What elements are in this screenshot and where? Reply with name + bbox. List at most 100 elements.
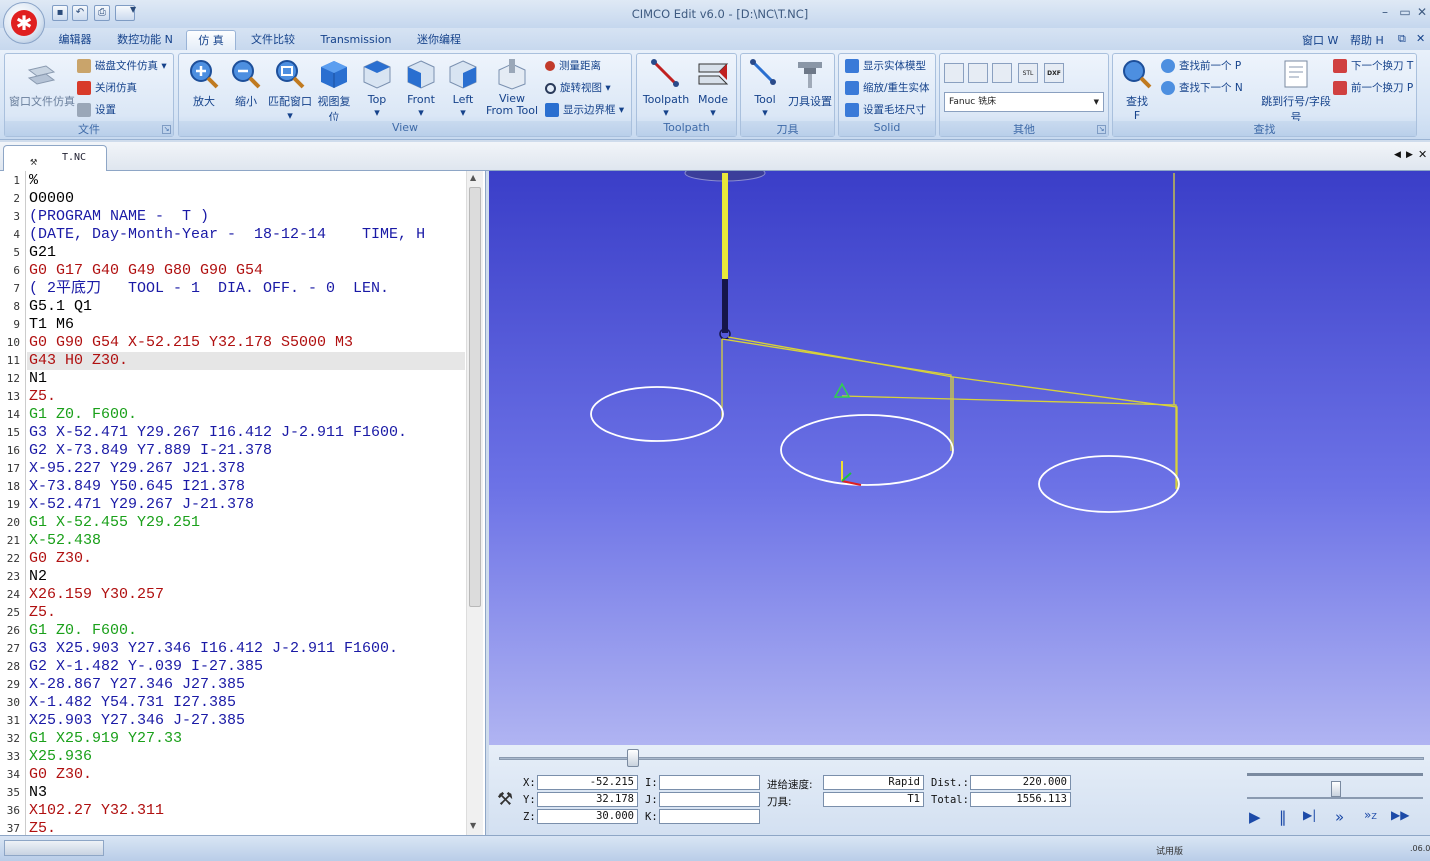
tab-scroll-left-icon[interactable]: ◀ <box>1394 150 1401 160</box>
view-front-button[interactable]: Front ▾ <box>399 58 443 119</box>
code-line[interactable]: X-73.849 Y50.645 I21.378 <box>29 478 465 496</box>
tab-mini-programming[interactable]: 迷你编程 <box>408 30 470 50</box>
prev-tool-change-button[interactable]: 前一个换刀 P <box>1333 78 1413 98</box>
step-forward-icon[interactable]: ▶| <box>1303 808 1316 822</box>
code-line[interactable]: X-52.471 Y29.267 J-21.378 <box>29 496 465 514</box>
qat-dropdown-icon[interactable]: ▼ <box>130 5 136 14</box>
view-reset-button[interactable]: 视图复位 <box>313 58 355 125</box>
zoom-in-button[interactable]: 放大 <box>183 58 225 109</box>
code-line[interactable]: G21 <box>29 244 465 262</box>
step-block-icon[interactable]: » <box>1335 808 1344 826</box>
toolpath-button[interactable]: Toolpath ▾ <box>639 58 693 119</box>
find-next-button[interactable]: 查找下一个 N <box>1161 78 1243 98</box>
stock-size-button[interactable]: 设置毛坯尺寸 <box>845 100 926 120</box>
zoom-out-button[interactable]: 缩小 <box>225 58 267 109</box>
zoom-regen-button[interactable]: 缩放/重生实体 <box>845 78 930 98</box>
tool-button[interactable]: Tool ▾ <box>743 58 787 119</box>
code-line[interactable]: % <box>29 172 465 190</box>
menu-help[interactable]: 帮助 H <box>1350 32 1384 48</box>
code-line[interactable]: T1 M6 <box>29 316 465 334</box>
export-icon-2[interactable] <box>968 63 988 83</box>
progress-slider-thumb[interactable] <box>627 749 639 767</box>
code-line[interactable]: Z5. <box>29 604 465 622</box>
code-line[interactable]: X25.936 <box>29 748 465 766</box>
speed-slider-track[interactable] <box>1247 773 1423 776</box>
stl-export-icon[interactable]: STL <box>1018 63 1038 83</box>
code-line[interactable]: (DATE, Day-Month-Year - 18-12-14 TIME, H <box>29 226 465 244</box>
code-line[interactable]: X-1.482 Y54.731 I27.385 <box>29 694 465 712</box>
mode-button[interactable]: Mode ▾ <box>693 58 733 119</box>
view-top-button[interactable]: Top ▾ <box>357 58 397 119</box>
code-line[interactable]: G1 X-52.455 Y29.251 <box>29 514 465 532</box>
machine-select[interactable]: Fanuc 铣床 ▼ <box>944 92 1104 112</box>
dxf-export-icon[interactable]: DXF <box>1044 63 1064 83</box>
code-line[interactable]: X-28.867 Y27.346 J27.385 <box>29 676 465 694</box>
view-from-tool-button[interactable]: View From Tool <box>483 58 541 117</box>
window-file-sim-button[interactable]: 窗口文件仿真 <box>7 58 77 109</box>
fit-window-button[interactable]: 匹配窗口 ▾ <box>267 58 313 122</box>
mdi-close-button[interactable]: ✕ <box>1416 32 1425 45</box>
code-line[interactable]: G1 Z0. F600. <box>29 406 465 424</box>
minimize-button[interactable]: – <box>1375 4 1395 20</box>
save-icon[interactable]: ▪ <box>52 5 68 21</box>
show-bounds-button[interactable]: 显示边界框 ▾ <box>545 100 624 120</box>
code-line[interactable]: X102.27 Y32.311 <box>29 802 465 820</box>
undo-icon[interactable]: ↶ <box>72 5 88 21</box>
disk-file-sim-button[interactable]: 磁盘文件仿真 ▾ <box>77 56 167 76</box>
measure-distance-button[interactable]: 测量距离 <box>545 56 601 76</box>
tab-editor[interactable]: 编辑器 <box>48 30 102 50</box>
code-line[interactable]: G3 X-52.471 Y29.267 I16.412 J-2.911 F160… <box>29 424 465 442</box>
speed-slider-thumb[interactable] <box>1331 781 1341 797</box>
close-button[interactable]: ✕ <box>1412 4 1430 20</box>
code-line[interactable]: G0 G17 G40 G49 G80 G90 G54 <box>29 262 465 280</box>
export-icon-3[interactable] <box>992 63 1012 83</box>
tab-transmission[interactable]: Transmission <box>312 30 400 50</box>
pause-icon[interactable]: ‖ <box>1279 808 1287 826</box>
code-line[interactable]: X-52.438 <box>29 532 465 550</box>
close-sim-button[interactable]: 关闭仿真 <box>77 78 137 98</box>
mdi-restore-button[interactable]: ⧉ <box>1398 32 1406 46</box>
menu-window[interactable]: 窗口 W <box>1302 32 1338 48</box>
group-other-launcher-icon[interactable]: ↘ <box>1097 125 1106 134</box>
rotate-view-button[interactable]: 旋转视图 ▾ <box>545 78 611 98</box>
code-line[interactable]: G0 Z30. <box>29 766 465 784</box>
find-button[interactable]: 查找 F <box>1117 58 1157 122</box>
code-line[interactable]: O0000 <box>29 190 465 208</box>
export-icon-1[interactable] <box>944 63 964 83</box>
code-line[interactable]: G5.1 Q1 <box>29 298 465 316</box>
scroll-up-icon[interactable]: ▲ <box>470 173 476 182</box>
view-left-button[interactable]: Left ▾ <box>443 58 483 119</box>
code-line[interactable]: X25.903 Y27.346 J-27.385 <box>29 712 465 730</box>
code-line[interactable]: (PROGRAM NAME - T ) <box>29 208 465 226</box>
show-solid-button[interactable]: 显示实体模型 <box>845 56 926 76</box>
code-line[interactable]: G0 G90 G54 X-52.215 Y32.178 S5000 M3 <box>29 334 465 352</box>
play-icon[interactable]: ▶ <box>1249 808 1261 826</box>
code-line[interactable]: G0 Z30. <box>29 550 465 568</box>
step-z-icon[interactable]: »Z <box>1364 808 1377 822</box>
code-line[interactable]: Z5. <box>29 388 465 406</box>
close-document-icon[interactable]: ✕ <box>1418 148 1427 161</box>
code-line[interactable]: X26.159 Y30.257 <box>29 586 465 604</box>
code-line[interactable]: N1 <box>29 370 465 388</box>
application-menu-button[interactable]: ✱ <box>3 2 45 44</box>
simulation-viewport[interactable] <box>489 164 1430 745</box>
code-line[interactable]: X-95.227 Y29.267 J21.378 <box>29 460 465 478</box>
code-line[interactable]: Z5. <box>29 820 465 835</box>
print-icon[interactable]: ⎙ <box>94 5 110 21</box>
find-prev-button[interactable]: 查找前一个 P <box>1161 56 1241 76</box>
code-line[interactable]: N2 <box>29 568 465 586</box>
vertical-scrollbar[interactable]: ▲ ▼ <box>466 171 483 835</box>
sim-settings-button[interactable]: 设置 <box>77 100 116 120</box>
document-tab[interactable]: ⚒ T.NC <box>3 145 107 171</box>
run-to-end-icon[interactable]: ▶▶ <box>1391 808 1409 822</box>
tab-scroll-right-icon[interactable]: ▶ <box>1406 150 1413 160</box>
code-line[interactable]: G2 X-73.849 Y7.889 I-21.378 <box>29 442 465 460</box>
code-line[interactable]: G43 H0 Z30. <box>29 352 465 370</box>
tab-simulation[interactable]: 仿 真 <box>186 30 236 50</box>
code-line[interactable]: G3 X25.903 Y27.346 I16.412 J-2.911 F1600… <box>29 640 465 658</box>
code-line[interactable]: G2 X-1.482 Y-.039 I-27.385 <box>29 658 465 676</box>
code-line[interactable]: ( 2平底刀 TOOL - 1 DIA. OFF. - 0 LEN. <box>29 280 465 298</box>
code-editor[interactable]: 1 2 3 4 5 6 7 8 9 10 11 12 13 14 15 16 17 18 19 20 21 22 23 24 2… <box>0 171 486 835</box>
group-file-launcher-icon[interactable]: ↘ <box>162 125 171 134</box>
scrollbar-thumb[interactable] <box>469 187 481 607</box>
